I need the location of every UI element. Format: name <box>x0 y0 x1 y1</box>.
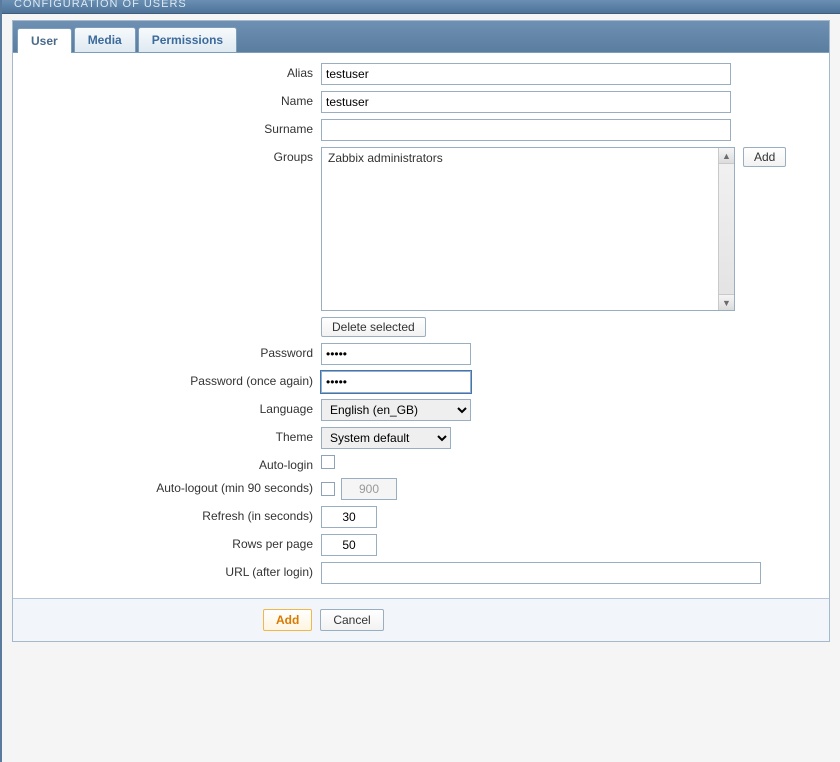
tab-media[interactable]: Media <box>74 27 136 52</box>
surname-label: Surname <box>31 119 321 136</box>
language-label: Language <box>31 399 321 416</box>
page-title-banner: CONFIGURATION OF USERS <box>2 0 840 14</box>
cancel-button[interactable]: Cancel <box>320 609 383 631</box>
auto-login-checkbox[interactable] <box>321 455 335 469</box>
name-input[interactable] <box>321 91 731 113</box>
refresh-label: Refresh (in seconds) <box>31 506 321 523</box>
groups-add-button[interactable]: Add <box>743 147 786 167</box>
groups-listbox[interactable]: Zabbix administrators ▲ ▼ <box>321 147 735 311</box>
rows-per-page-label: Rows per page <box>31 534 321 551</box>
tab-user[interactable]: User <box>17 28 72 53</box>
url-after-login-label: URL (after login) <box>31 562 321 579</box>
alias-input[interactable] <box>321 63 731 85</box>
delete-selected-button[interactable]: Delete selected <box>321 317 426 337</box>
footer-bar: Add Cancel <box>13 598 829 641</box>
auto-login-label: Auto-login <box>31 455 321 472</box>
surname-input[interactable] <box>321 119 731 141</box>
rows-per-page-input[interactable] <box>321 534 377 556</box>
password-again-label: Password (once again) <box>31 371 321 388</box>
theme-label: Theme <box>31 427 321 444</box>
tab-permissions[interactable]: Permissions <box>138 27 237 52</box>
scroll-up-icon[interactable]: ▲ <box>719 148 734 164</box>
auto-logout-checkbox[interactable] <box>321 482 335 496</box>
refresh-input[interactable] <box>321 506 377 528</box>
theme-select[interactable]: System default <box>321 427 451 449</box>
tabbar: User Media Permissions <box>13 21 829 53</box>
password-label: Password <box>31 343 321 360</box>
auto-logout-label: Auto-logout (min 90 seconds) <box>31 478 321 495</box>
add-button[interactable]: Add <box>263 609 312 631</box>
password-again-input[interactable] <box>321 371 471 393</box>
language-select[interactable]: English (en_GB) <box>321 399 471 421</box>
groups-scrollbar[interactable]: ▲ ▼ <box>718 148 734 310</box>
user-config-panel: User Media Permissions Alias Name Surnam… <box>12 20 830 642</box>
auto-logout-seconds-input <box>341 478 397 500</box>
groups-item[interactable]: Zabbix administrators <box>328 151 712 165</box>
scroll-down-icon[interactable]: ▼ <box>719 294 734 310</box>
name-label: Name <box>31 91 321 108</box>
password-input[interactable] <box>321 343 471 365</box>
form-body: Alias Name Surname Groups <box>13 53 829 598</box>
groups-label: Groups <box>31 147 321 164</box>
alias-label: Alias <box>31 63 321 80</box>
url-after-login-input[interactable] <box>321 562 761 584</box>
